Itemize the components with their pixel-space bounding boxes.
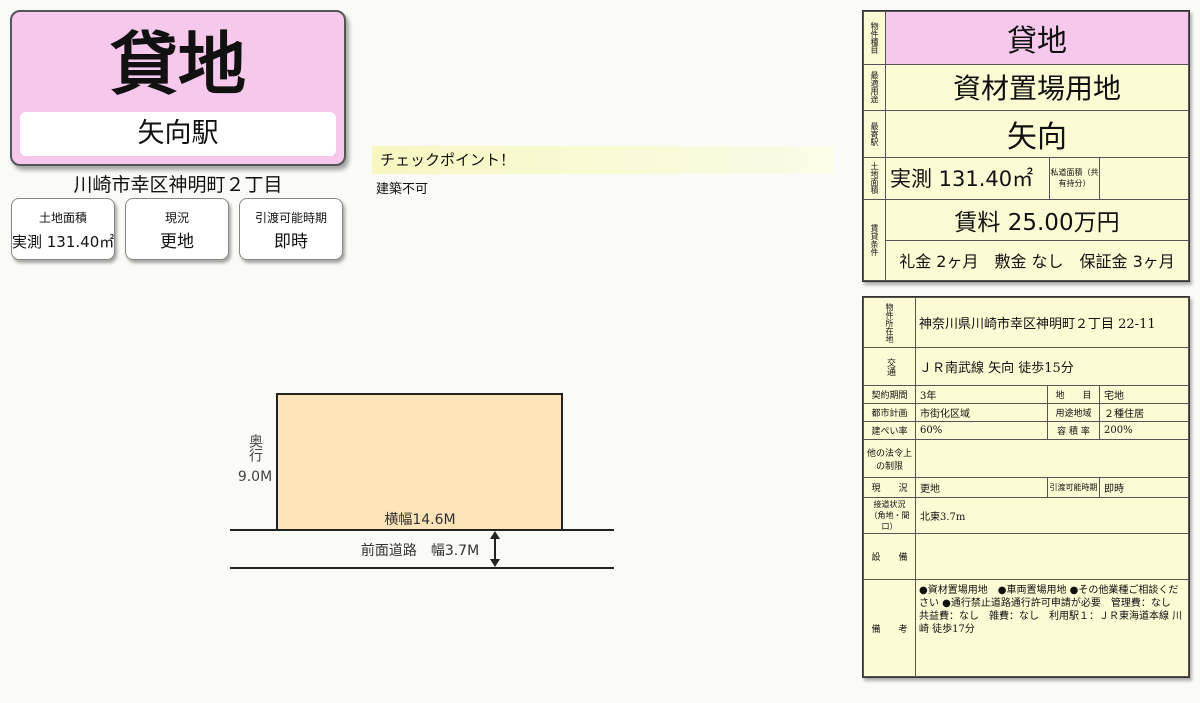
- row-label: 交通: [885, 357, 895, 376]
- road-access-label: 接道状況（角地・間口）: [863, 497, 916, 534]
- info-card-status: 現況 更地: [125, 198, 229, 260]
- remarks-label: 備 考: [863, 579, 916, 677]
- info-card-area: 土地面積 実測 131.40㎡: [11, 198, 115, 260]
- info-card-label: 土地面積: [38, 211, 87, 225]
- city-plan-label: 都市計画: [863, 403, 916, 422]
- private-road-label: 私道面積（共有持分）: [1049, 156, 1100, 201]
- info-card-label: 現況: [164, 211, 189, 225]
- handover-label: 引渡可能時期: [1047, 477, 1100, 498]
- info-card-value: 即時: [274, 232, 308, 252]
- summary-panel: 物件種目 貸地 最適用途 資材置場用地 最寄駅 矢向 土地面積 実測 131.4…: [862, 10, 1190, 282]
- row-label: 物件種目: [870, 21, 879, 54]
- remarks-value: ●資材置場用地 ●車両置場用地 ●その他業種ご相談ください ●通行禁止道路通行許…: [915, 579, 1189, 677]
- summary-terms: 礼金 2ヶ月 敷金 なし 保証金 3ヶ月: [885, 239, 1189, 282]
- far-value: 200%: [1099, 421, 1189, 440]
- land-diagram: 奥行 9.0M 横幅14.6M 前面道路 幅3.7M: [230, 393, 614, 569]
- arrow-head-down: [490, 559, 500, 567]
- station-box: 矢向駅: [20, 112, 336, 156]
- equipment-label: 設 備: [863, 533, 916, 580]
- detail-location: 神奈川県川崎市幸区神明町２丁目 22-11: [915, 297, 1189, 348]
- row-label: 賃貸条件: [870, 224, 879, 257]
- private-road-value: [1099, 156, 1189, 201]
- row-label: 物件所在地: [885, 302, 894, 343]
- equipment-value: [915, 533, 1189, 580]
- detail-transport: ＪＲ南武線 矢向 徒歩15分: [915, 347, 1189, 386]
- zoning-label: 用途地域: [1047, 403, 1100, 422]
- width-label: 横幅14.6M: [384, 512, 455, 528]
- handover-value: 即時: [1099, 477, 1189, 498]
- contract-value: 3年: [915, 385, 1048, 404]
- info-card-value: 実測 131.40㎡: [12, 233, 115, 251]
- property-type-title: 貸地: [109, 26, 246, 105]
- far-label: 容 積 率: [1047, 421, 1100, 440]
- land-category-value: 宅地: [1099, 385, 1189, 404]
- checkpoint-text: 建築不可: [376, 182, 429, 197]
- summary-type: 貸地: [885, 11, 1189, 65]
- row-label: 最寄駅: [870, 121, 879, 146]
- info-card-label: 引渡可能時期: [254, 211, 327, 225]
- info-card-value: 更地: [160, 232, 194, 252]
- bcr-label: 建ぺい率: [863, 421, 916, 440]
- other-restrictions-value: [915, 439, 1189, 478]
- info-card-handover: 引渡可能時期 即時: [239, 198, 343, 260]
- detail-panel: 物件所在地 神奈川県川崎市幸区神明町２丁目 22-11 交通 ＪＲ南武線 矢向 …: [862, 296, 1190, 678]
- contract-label: 契約期間: [863, 385, 916, 404]
- summary-rent: 賃料 25.00万円: [885, 199, 1189, 241]
- summary-use: 資材置場用地: [885, 63, 1189, 112]
- checkpoint-heading: チェックポイント！: [372, 146, 834, 174]
- land-plot-shape: [276, 393, 563, 531]
- row-label: 土地面積: [870, 162, 879, 195]
- summary-area: 実測 131.40㎡: [885, 156, 1050, 201]
- zoning-value: ２種住居: [1099, 403, 1189, 422]
- status-label: 現 況: [863, 477, 916, 498]
- city-plan-value: 市街化区域: [915, 403, 1048, 422]
- bcr-value: 60%: [915, 421, 1048, 440]
- address-short: 川崎市幸区神明町２丁目: [73, 174, 283, 196]
- row-label: 最適用途: [870, 71, 879, 104]
- arrow-head-up: [490, 531, 500, 539]
- status-value: 更地: [915, 477, 1048, 498]
- land-category-label: 地 目: [1047, 385, 1100, 404]
- other-restrictions-label: 他の法令上の制限: [863, 439, 916, 478]
- depth-label: 奥行: [247, 433, 263, 463]
- road-access-value: 北東3.7m: [915, 497, 1189, 534]
- road-label: 前面道路 幅3.7M: [361, 542, 479, 559]
- depth-value: 9.0M: [238, 469, 272, 485]
- summary-station: 矢向: [885, 110, 1189, 158]
- title-card: 貸地 矢向駅: [10, 10, 346, 166]
